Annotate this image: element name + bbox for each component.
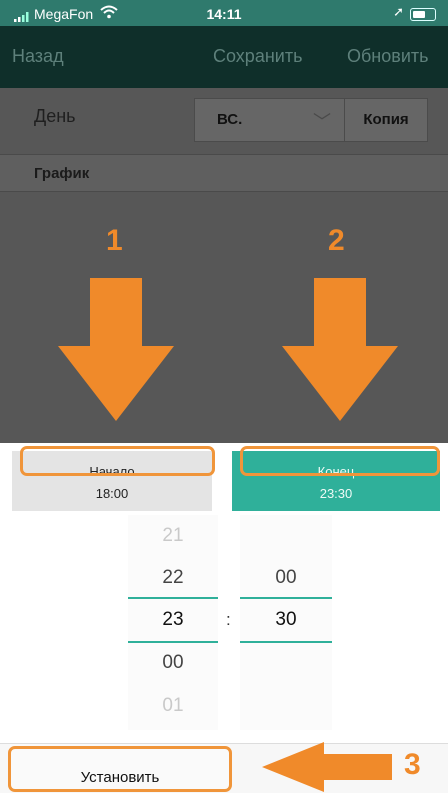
status-bar: MegaFon 14:11 ➚ xyxy=(0,0,448,26)
hour-option[interactable]: 21 xyxy=(128,525,218,547)
refresh-button[interactable]: Обновить xyxy=(347,46,429,67)
annotation-arrow-down-2 xyxy=(282,278,398,421)
annotation-arrow-left-3 xyxy=(262,742,392,792)
copy-button-label: Копия xyxy=(363,111,409,128)
hour-wheel[interactable]: 21 22 23 00 01 xyxy=(128,515,218,730)
clock-time: 14:11 xyxy=(206,6,242,22)
annotation-highlight-set xyxy=(8,746,232,792)
selection-line xyxy=(240,597,332,599)
selection-line xyxy=(128,597,218,599)
selection-line xyxy=(128,641,218,643)
minute-selected[interactable]: 30 xyxy=(240,609,332,631)
minute-wheel[interactable]: 00 30 xyxy=(240,515,332,730)
annotation-number-1: 1 xyxy=(106,224,123,257)
battery-icon xyxy=(410,8,436,21)
day-select-value: ВС. xyxy=(217,111,243,128)
schedule-label: График xyxy=(34,165,90,182)
schedule-header: График xyxy=(0,154,448,192)
annotation-arrow-down-1 xyxy=(58,278,174,421)
navigation-bar: Назад Сохранить Обновить xyxy=(0,26,448,88)
annotation-number-3: 3 xyxy=(404,748,421,781)
day-label: День xyxy=(34,106,76,126)
day-row: День ВС. ﹀ Копия xyxy=(0,88,448,152)
start-time-value: 18:00 xyxy=(95,486,129,501)
annotation-highlight-end xyxy=(240,446,440,476)
copy-button[interactable]: Копия xyxy=(344,98,428,142)
time-separator: : xyxy=(226,610,231,629)
hour-option[interactable]: 00 xyxy=(128,652,218,674)
selection-line xyxy=(240,641,332,643)
end-time-value: 23:30 xyxy=(319,486,353,501)
dimmed-content: День ВС. ﹀ Копия График 1 2 xyxy=(0,88,448,443)
hour-selected[interactable]: 23 xyxy=(128,609,218,631)
location-arrow-icon: ➚ xyxy=(393,4,404,19)
save-button[interactable]: Сохранить xyxy=(213,46,302,67)
minute-option[interactable]: 00 xyxy=(240,567,332,589)
annotation-number-2: 2 xyxy=(328,224,345,257)
back-button[interactable]: Назад xyxy=(12,46,64,67)
hour-option[interactable]: 22 xyxy=(128,567,218,589)
day-select[interactable]: ВС. ﹀ xyxy=(194,98,346,142)
hour-option[interactable]: 01 xyxy=(128,695,218,717)
chevron-down-icon: ﹀ xyxy=(313,112,331,132)
annotation-highlight-start xyxy=(20,446,215,476)
